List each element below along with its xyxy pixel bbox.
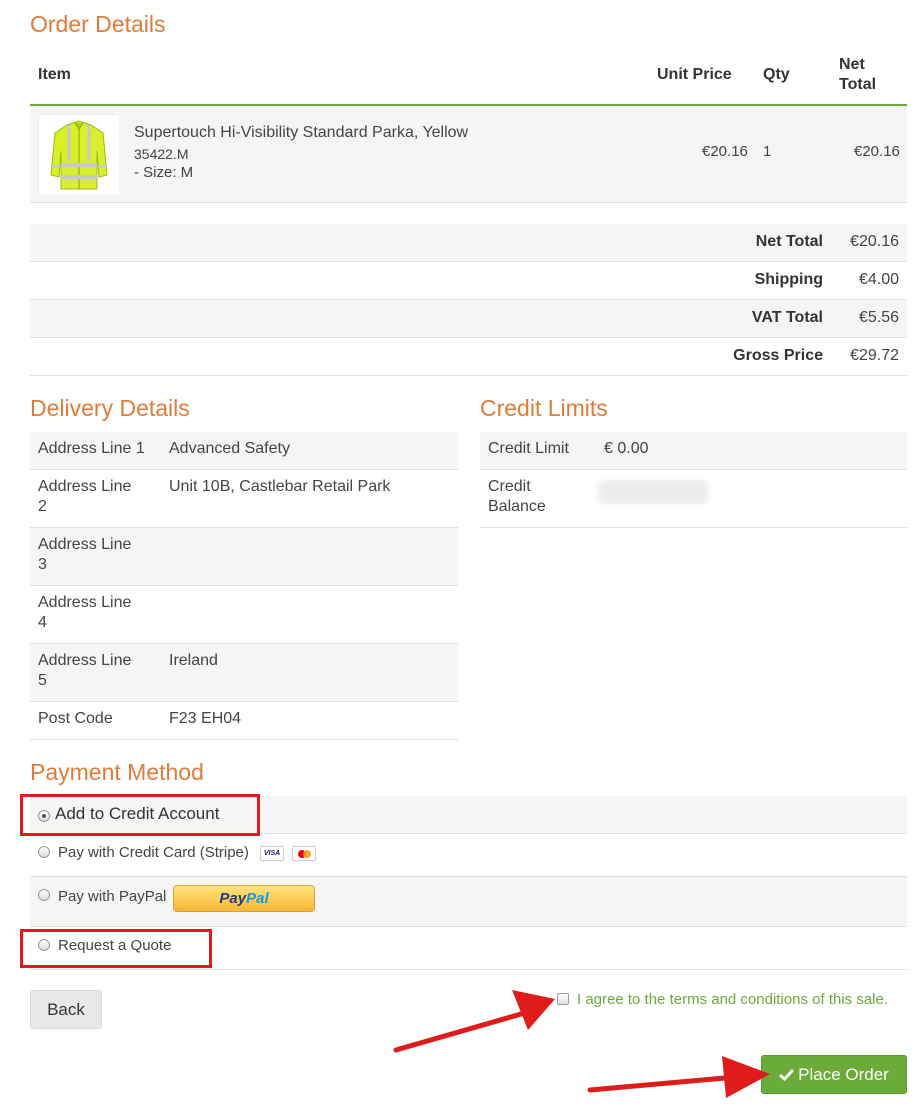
annotation-arrows	[393, 990, 770, 1098]
arrow-to-terms-icon	[393, 990, 555, 1053]
arrow-to-place-order-icon	[587, 1056, 770, 1098]
